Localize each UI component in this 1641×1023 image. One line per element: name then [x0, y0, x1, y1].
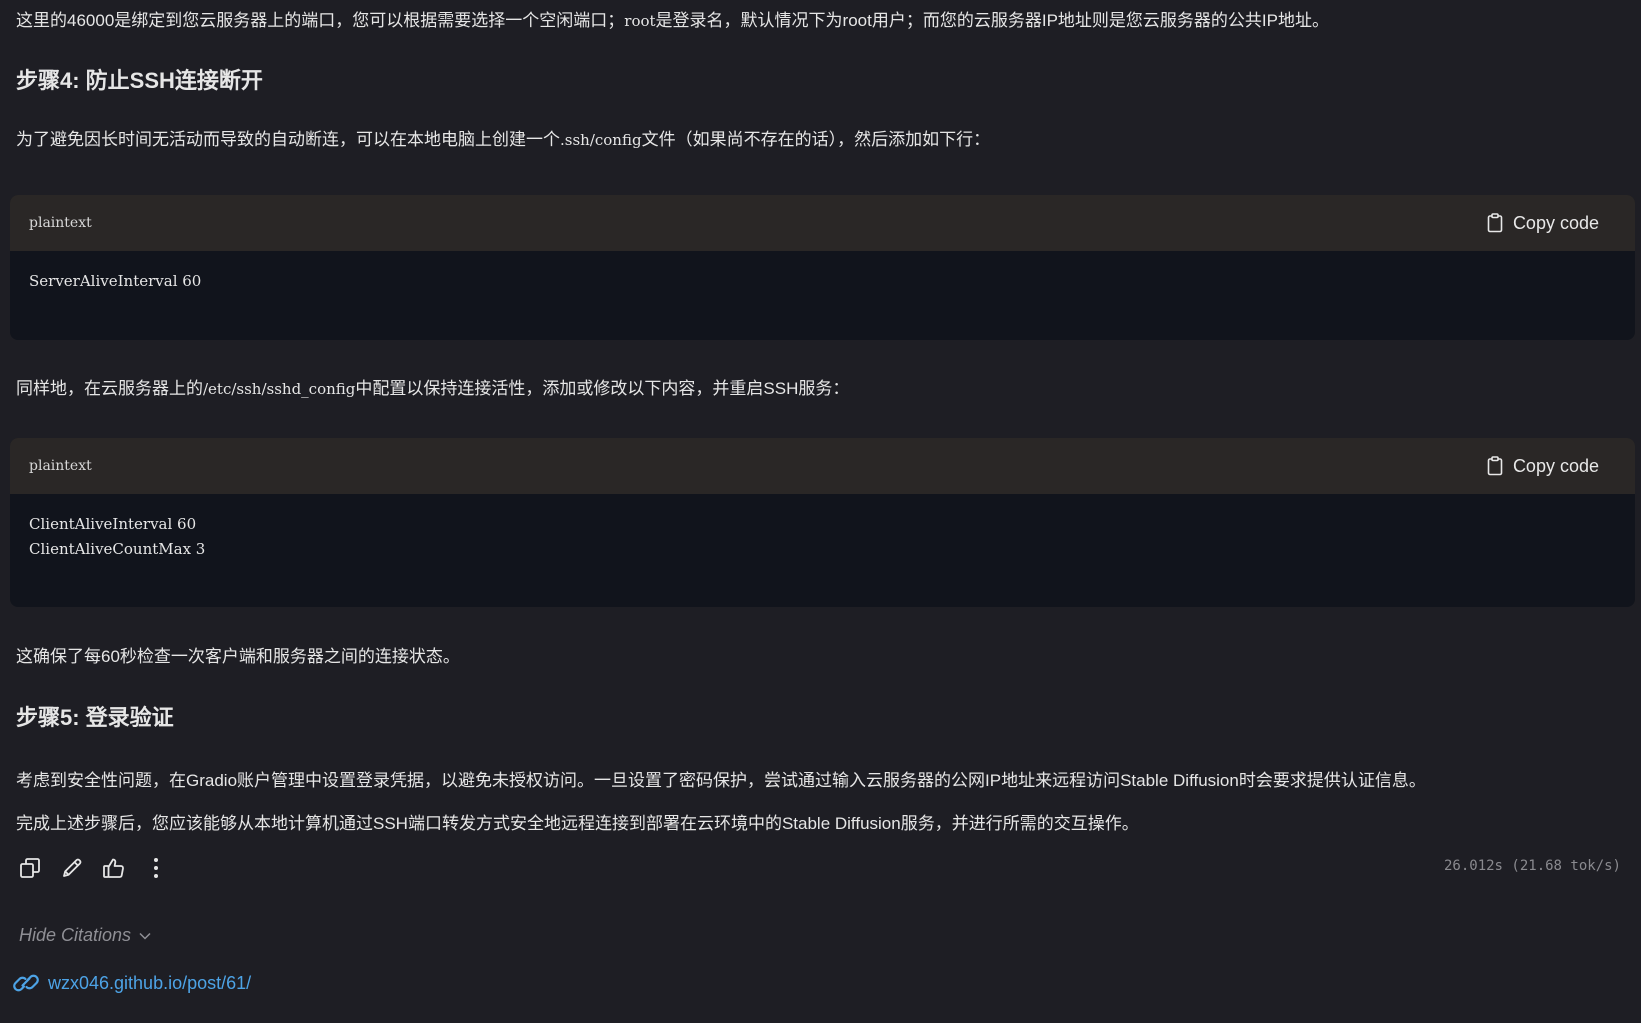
step5-paragraph-2: 完成上述步骤后，您应该能够从本地计算机通过SSH端口转发方式安全地远程连接到部署…	[16, 814, 1139, 833]
chevron-down-icon	[139, 932, 151, 940]
copy-code-label: Copy code	[1512, 212, 1599, 233]
thumbs-up-button[interactable]	[102, 856, 126, 880]
inline-code-sshd-config: /etc/ssh/sshd_config	[203, 380, 356, 398]
step4-text: 为了避免因长时间无活动而导致的自动断连，可以在本地电脑上创建一个	[16, 130, 560, 149]
copy-icon	[20, 858, 40, 878]
code-block-header: plaintext Copy code	[10, 195, 1635, 251]
clipboard-icon	[1487, 456, 1503, 476]
link-icon	[13, 974, 39, 992]
more-icon	[154, 858, 158, 878]
more-options-button[interactable]	[144, 856, 168, 880]
code-block-header: plaintext Copy code	[10, 438, 1635, 494]
step5-paragraph-1: 考虑到安全性问题，在Gradio账户管理中设置登录凭据，以避免未授权访问。一旦设…	[16, 771, 1426, 790]
citation-link[interactable]: wzx046.github.io/post/61/	[12, 970, 251, 996]
hide-citations-label: Hide Citations	[19, 925, 132, 945]
code-block-1: plaintext Copy code ServerAliveInterval …	[10, 195, 1635, 340]
copy-message-button[interactable]	[18, 856, 42, 880]
citation-url: wzx046.github.io/post/61/	[48, 972, 252, 993]
edit-message-button[interactable]	[60, 856, 84, 880]
server-config-paragraph: 同样地，在云服务器上的/etc/ssh/sshd_config中配置以保持连接活…	[16, 377, 849, 401]
step4-heading: 步骤4: 防止SSH连接断开	[16, 68, 263, 93]
copy-code-label: Copy code	[1512, 455, 1599, 476]
code-language-label: plaintext	[29, 215, 92, 231]
generation-timing: 26.012s (21.68 tok/s)	[1443, 858, 1621, 874]
thumbs-up-icon	[103, 858, 124, 878]
ensure-paragraph: 这确保了每60秒检查一次客户端和服务器之间的连接状态。	[16, 647, 460, 666]
chat-message: 这里的46000是绑定到您云服务器上的端口，您可以根据需要选择一个空闲端口；ro…	[0, 0, 1641, 1023]
intro-text: 这里的46000是绑定到您云服务器上的端口，您可以根据需要选择一个空闲端口；	[16, 11, 625, 30]
code-content: ClientAliveInterval 60 ClientAliveCountM…	[29, 515, 206, 558]
intro-text-2: 是登录名，默认情况下为root用户；而您的云服务器IP地址则是您云服务器的公共I…	[655, 11, 1329, 30]
clipboard-icon	[1487, 213, 1503, 233]
copy-code-button[interactable]: Copy code	[1487, 213, 1599, 234]
inline-code-root: root	[624, 12, 656, 30]
edit-icon	[63, 858, 82, 877]
server-text: 同样地，在云服务器上的	[16, 379, 203, 398]
hide-citations-toggle[interactable]: Hide Citations	[19, 925, 151, 946]
message-action-bar	[18, 856, 168, 880]
code-content: ServerAliveInterval 60	[29, 272, 202, 290]
step5-heading: 步骤5: 登录验证	[16, 705, 174, 730]
server-text-2: 中配置以保持连接活性，添加或修改以下内容，并重启SSH服务：	[355, 379, 850, 398]
step4-text-2: 文件（如果尚不存在的话），然后添加如下行：	[641, 130, 991, 149]
step4-paragraph: 为了避免因长时间无活动而导致的自动断连，可以在本地电脑上创建一个.ssh/con…	[16, 128, 990, 152]
copy-code-button[interactable]: Copy code	[1487, 456, 1599, 477]
code-block-2: plaintext Copy code ClientAliveInterval …	[10, 438, 1635, 607]
intro-paragraph: 这里的46000是绑定到您云服务器上的端口，您可以根据需要选择一个空闲端口；ro…	[16, 9, 1329, 33]
inline-code-ssh-config: .ssh/config	[560, 131, 642, 149]
code-language-label: plaintext	[29, 458, 92, 474]
